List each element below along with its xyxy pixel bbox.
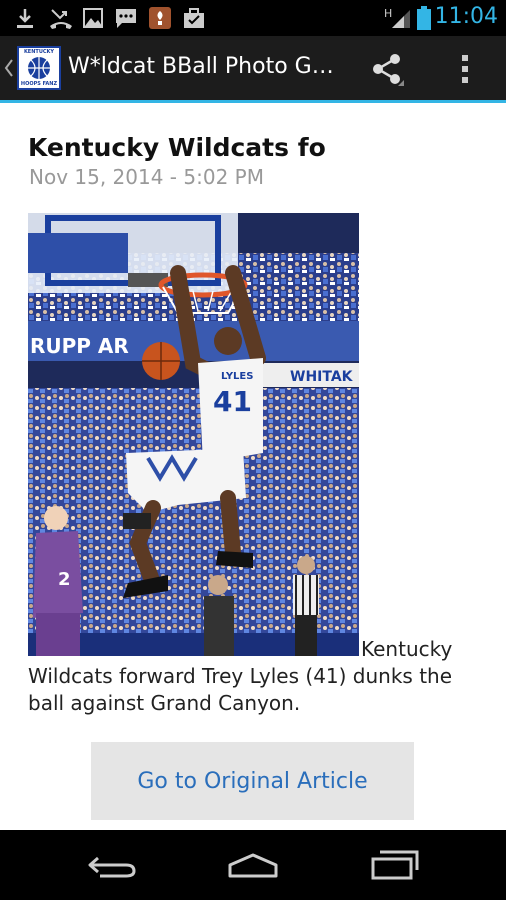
share-button[interactable] <box>362 44 412 94</box>
missed-call-icon <box>50 9 72 29</box>
back-arrow-icon <box>88 856 136 878</box>
share-icon <box>373 54 404 86</box>
logo-text-bottom: HOOPS FANZ <box>20 81 58 87</box>
download-icon <box>17 9 33 28</box>
clock-time: 11:04 <box>434 4 498 29</box>
navigation-bar <box>0 830 506 900</box>
photo-jersey-number: 41 <box>213 385 252 418</box>
photo-jersey-name: LYLES <box>221 371 253 382</box>
recent-apps-button[interactable] <box>358 842 432 888</box>
article-content[interactable]: Kentucky Wildcats fo Nov 15, 2014 - 5:02… <box>0 103 506 830</box>
go-to-original-article-button[interactable]: Go to Original Article <box>91 742 414 820</box>
action-bar: KENTUCKY HOOPS FANZ W*ldcat BBall Photo … <box>0 36 506 100</box>
back-button[interactable] <box>76 842 150 888</box>
app-title: W*ldcat BBall Photo G… <box>68 54 334 79</box>
more-vert-icon <box>462 55 468 83</box>
home-icon <box>228 853 278 878</box>
briefcase-icon <box>184 8 204 28</box>
signal-icon: H <box>384 7 410 28</box>
dunk-photo-illustration: RUPP AR WHITAK LYLES 41 2 <box>28 213 359 656</box>
article-date: Nov 15, 2014 - 5:02 PM <box>29 165 264 189</box>
status-bar: H 11:04 <box>0 0 506 36</box>
article-headline: Kentucky Wildcats fo <box>28 133 326 162</box>
photo-banner-right: WHITAK <box>290 369 354 385</box>
photo-banner-left: RUPP AR <box>30 334 129 358</box>
app-logo: KENTUCKY HOOPS FANZ <box>17 46 61 90</box>
app-icon <box>149 7 171 29</box>
logo-text-top: KENTUCKY <box>23 49 55 55</box>
photo-caption: Kentucky Wildcats forward Trey Lyles (41… <box>28 637 453 715</box>
battery-icon <box>417 6 431 30</box>
up-navigation[interactable]: KENTUCKY HOOPS FANZ <box>0 36 64 100</box>
overflow-menu-button[interactable] <box>446 46 486 92</box>
recent-apps-icon <box>371 850 419 880</box>
basketball-logo-icon <box>28 57 50 79</box>
chevron-left-icon <box>4 59 13 77</box>
home-button[interactable] <box>216 842 290 888</box>
chat-icon <box>116 9 136 28</box>
gallery-icon <box>83 8 103 28</box>
article-photo[interactable]: RUPP AR WHITAK LYLES 41 2 <box>28 213 359 656</box>
photo-opponent-number: 2 <box>58 569 71 590</box>
svg-text:H: H <box>384 7 392 20</box>
